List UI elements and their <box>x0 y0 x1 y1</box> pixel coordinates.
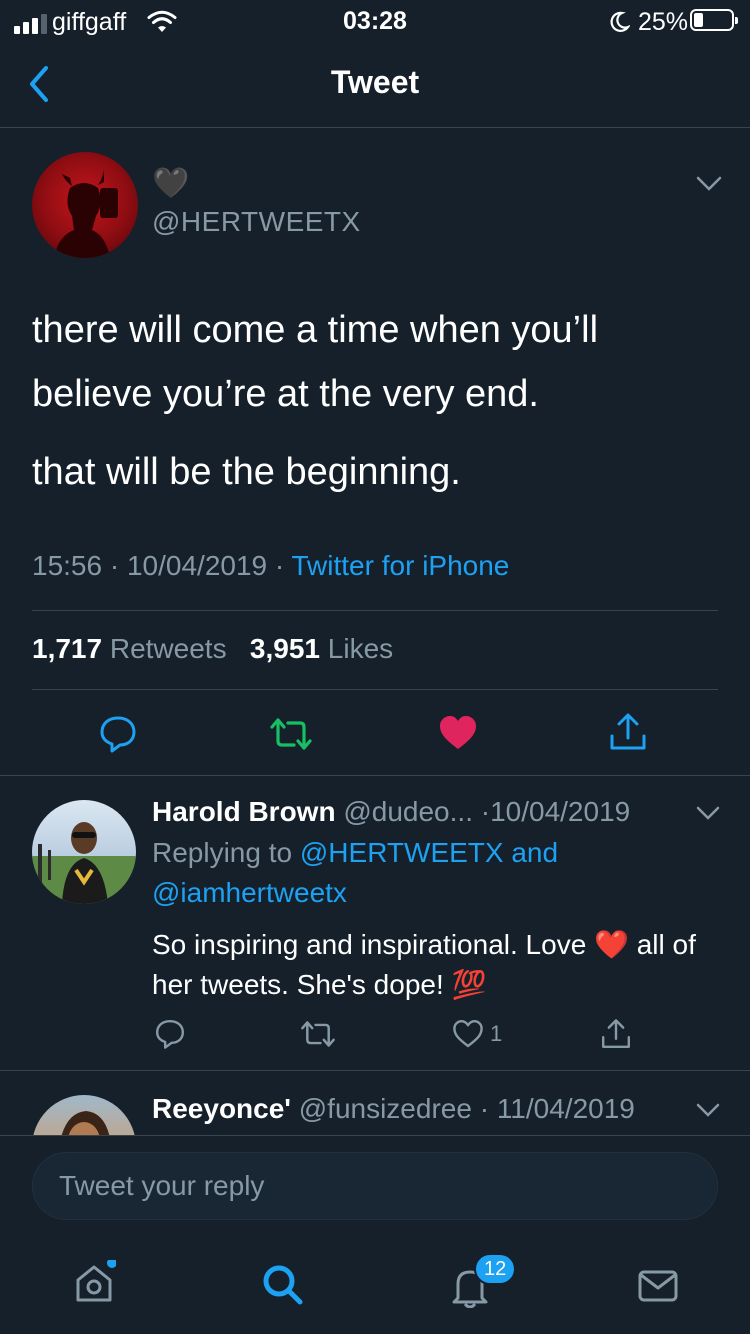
likes-count: 3,951 <box>249 633 320 664</box>
notifications-badge: 12 <box>474 1253 517 1285</box>
nav-divider <box>0 127 750 128</box>
share-icon <box>602 1019 630 1048</box>
author-avatar[interactable] <box>32 152 138 258</box>
reply-2-author-name[interactable]: Reeyonce' <box>152 1093 291 1124</box>
reply-date: 10/04/2019 <box>490 796 631 827</box>
replying-to: Replying to @HERTWEETX and @iamhertweetx <box>152 833 712 913</box>
retweet-icon <box>301 1021 335 1047</box>
retweet-button[interactable] <box>266 712 316 756</box>
meta-separator: · <box>109 550 127 581</box>
tab-messages[interactable] <box>634 1262 682 1310</box>
red-heart-emoji: ❤️ <box>594 929 629 960</box>
more-chevron-icon[interactable] <box>696 176 722 192</box>
heart-icon <box>440 716 476 749</box>
heart-outline-icon <box>453 1020 483 1048</box>
reply-2-author-handle[interactable]: @funsizedree <box>299 1093 472 1124</box>
reply-2-clip: Reeyonce' @funsizedree · 11/04/2019 <box>0 1071 750 1135</box>
reply-separator: · <box>471 1093 497 1124</box>
search-icon <box>263 1265 303 1305</box>
replying-mention-1[interactable]: @HERTWEETX <box>300 837 504 868</box>
reply-2-more-chevron-icon[interactable] <box>696 1103 720 1117</box>
reply-separator: · <box>480 796 491 827</box>
tweet-stats: 1,717 Retweets 3,951 Likes <box>32 633 393 665</box>
tweet-time: 15:56 <box>32 550 103 581</box>
home-icon <box>76 1260 116 1302</box>
retweets-count: 1,717 <box>32 633 103 664</box>
reply-text-part-1: So inspiring and inspirational. Love <box>152 929 587 960</box>
reply-icon <box>100 716 136 753</box>
like-button[interactable] <box>436 713 480 753</box>
battery-icon <box>690 9 738 31</box>
tab-bar <box>0 1238 750 1334</box>
meta-divider <box>32 610 718 611</box>
reply-input[interactable] <box>33 1153 717 1219</box>
reply-2-avatar[interactable] <box>32 1095 136 1135</box>
author-handle[interactable]: @HERTWEETX <box>152 206 361 238</box>
status-bar: giffgaff 03:28 25% <box>0 0 750 44</box>
reply-like-count: 1 <box>490 1021 503 1046</box>
reply-author-name[interactable]: Harold Brown <box>152 796 336 827</box>
meta-separator: · <box>274 550 292 581</box>
retweets-stat[interactable]: 1,717 Retweets <box>32 633 227 664</box>
share-button[interactable] <box>606 710 650 754</box>
share-icon <box>610 713 646 750</box>
likes-stat[interactable]: 3,951 Likes <box>250 633 393 664</box>
mail-icon <box>638 1270 678 1302</box>
moon-icon <box>610 11 630 32</box>
tweet-source-link[interactable]: Twitter for iPhone <box>292 550 510 581</box>
tab-home[interactable] <box>70 1258 118 1306</box>
reply-text: So inspiring and inspirational. Love ❤️ … <box>152 925 722 1005</box>
stats-divider <box>32 689 718 690</box>
author-display-name[interactable]: 🖤 <box>152 166 189 201</box>
tweet-text-line-1: there will come a time when you’ll belie… <box>32 309 599 415</box>
retweet-icon <box>270 718 312 750</box>
composer-divider <box>0 1135 750 1136</box>
reply-share-button[interactable] <box>598 1016 634 1052</box>
reply-button[interactable] <box>96 712 140 756</box>
reply-composer[interactable] <box>32 1152 718 1220</box>
reply-icon <box>156 1020 184 1049</box>
reply-header: Harold Brown @dudeo... ·10/04/2019 <box>152 796 630 828</box>
retweets-label: Retweets <box>109 633 227 664</box>
tweet-divider <box>0 775 750 776</box>
reply-more-chevron-icon[interactable] <box>696 806 720 820</box>
tweet-date: 10/04/2019 <box>126 550 268 581</box>
replying-and[interactable]: and <box>511 837 558 868</box>
tweet-text-line-2: that will be the beginning. <box>32 451 461 493</box>
tweet-meta: 15:56 · 10/04/2019 · Twitter for iPhone <box>32 550 509 582</box>
reply-2-header: Reeyonce' @funsizedree · 11/04/2019 <box>152 1093 635 1125</box>
likes-label: Likes <box>327 633 394 664</box>
hundred-points-emoji: 💯 <box>451 969 487 1000</box>
replying-prefix: Replying to <box>152 837 293 868</box>
tab-search[interactable] <box>258 1260 306 1308</box>
reply-2-date: 11/04/2019 <box>496 1093 635 1124</box>
reply-reply-button[interactable] <box>152 1016 188 1052</box>
reply-avatar[interactable] <box>32 800 136 904</box>
reply-author-handle[interactable]: @dudeo... <box>343 796 473 827</box>
page-title: Tweet <box>330 64 420 100</box>
reply-retweet-button[interactable] <box>298 1018 338 1050</box>
reply-like-button[interactable] <box>450 1018 486 1050</box>
battery-percent: 25% <box>638 8 689 36</box>
replying-mention-2[interactable]: @iamhertweetx <box>152 877 347 908</box>
